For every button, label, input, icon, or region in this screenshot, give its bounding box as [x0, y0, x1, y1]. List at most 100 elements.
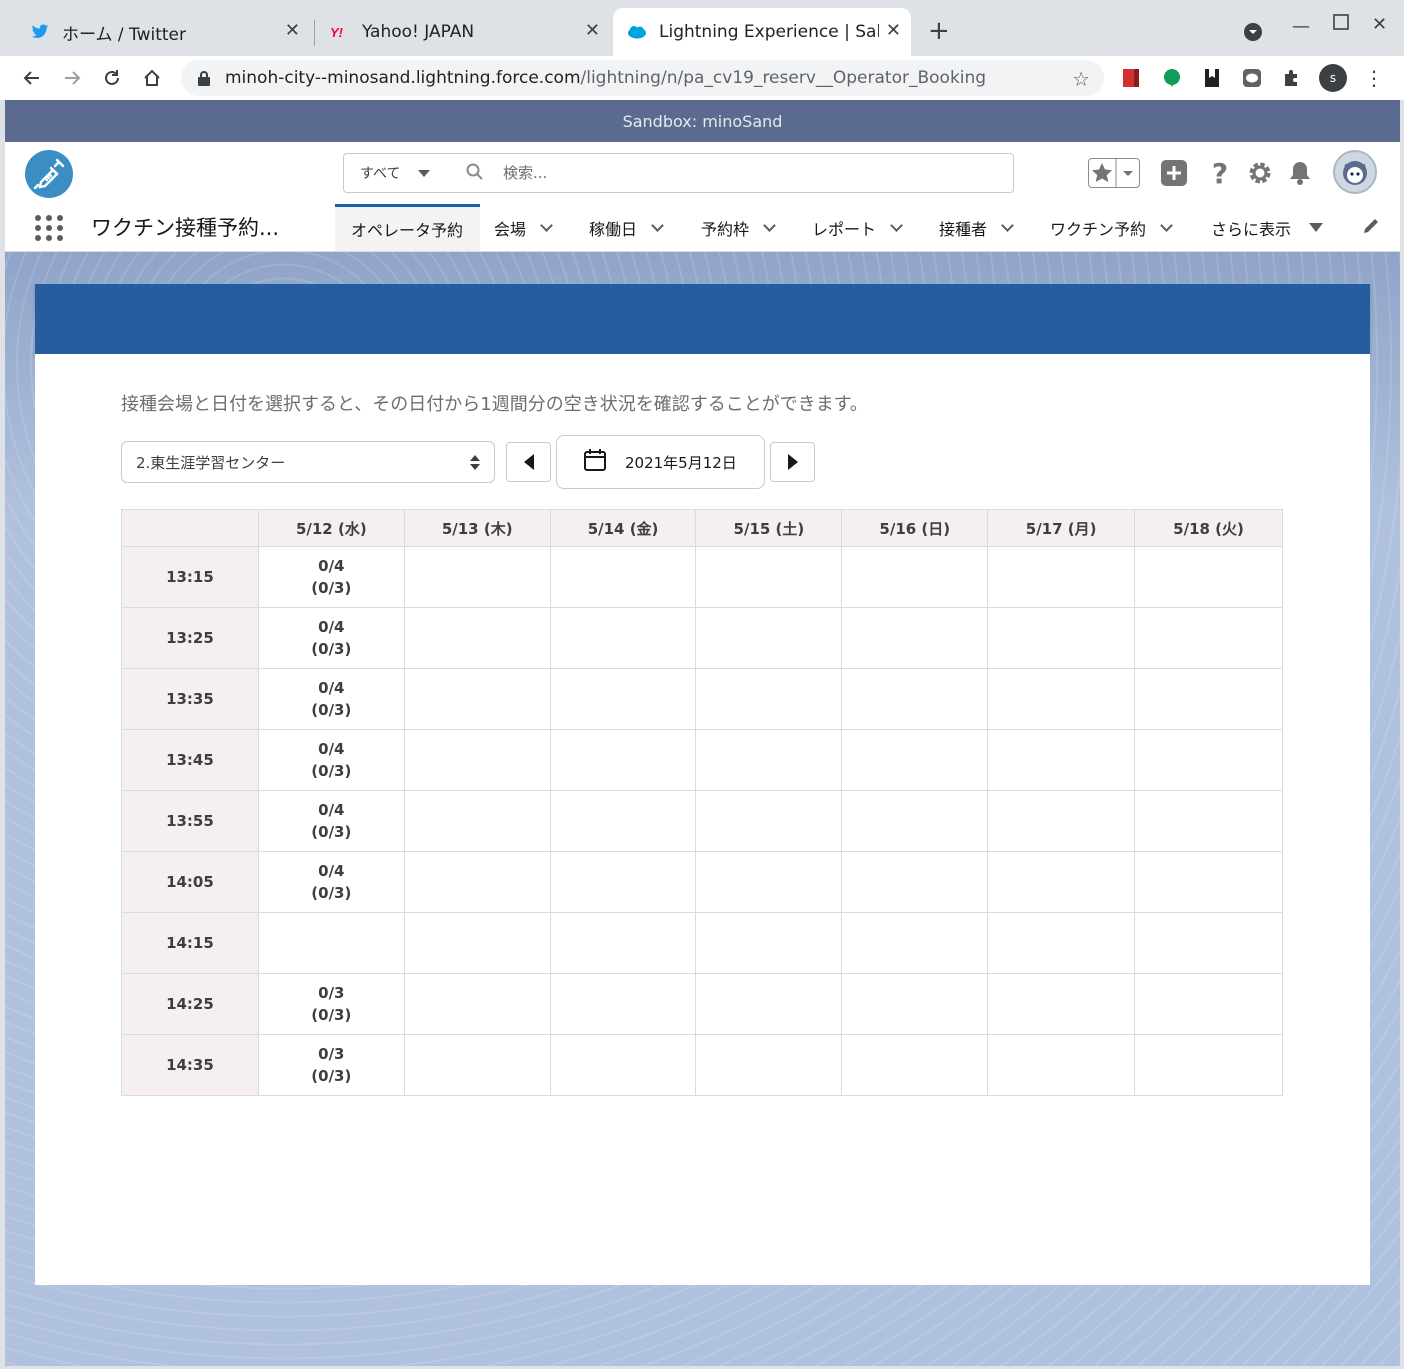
user-avatar[interactable]	[1333, 150, 1377, 194]
availability-cell[interactable]: 0/3 (0/3)	[257, 1034, 405, 1096]
back-icon[interactable]	[18, 64, 46, 92]
slot-count: 0/4	[318, 618, 345, 636]
previous-week-button[interactable]	[506, 442, 551, 482]
chevron-down-icon[interactable]	[763, 218, 776, 232]
availability-cell[interactable]: 0/4 (0/3)	[257, 790, 405, 852]
arrow-left-icon	[523, 454, 534, 470]
tab-more[interactable]: さらに表示	[1211, 204, 1324, 251]
help-icon[interactable]: ?	[1203, 156, 1237, 190]
edit-nav-pencil-icon[interactable]	[1362, 217, 1380, 240]
extension-bookmark-icon[interactable]	[1202, 68, 1222, 88]
close-tab-icon[interactable]: ✕	[285, 20, 300, 41]
nav-item-label: ワクチン予約	[1050, 219, 1147, 239]
availability-cell[interactable]: 0/4 (0/3)	[257, 668, 405, 730]
slot-count: 0/3	[318, 984, 345, 1002]
app-navigation: ワクチン接種予約... オペレータ予約 会場 稼働日 予約枠 レポート 接種者 …	[5, 204, 1400, 252]
chevron-down-icon[interactable]	[890, 218, 903, 232]
availability-cell	[987, 729, 1136, 791]
browser-toolbar: minoh-city--minosand.lightning.force.com…	[0, 56, 1404, 100]
time-slot-label: 14:15	[121, 912, 259, 974]
tab-search-icon[interactable]	[1243, 22, 1263, 47]
tab-yahoo[interactable]: Y! Yahoo! JAPAN ✕	[316, 8, 610, 56]
availability-cell	[841, 1034, 989, 1096]
tab-title: ホーム / Twitter	[62, 24, 187, 45]
nav-item-label: 接種者	[939, 219, 988, 239]
app-name: ワクチン接種予約...	[91, 216, 280, 240]
close-tab-icon[interactable]: ✕	[886, 20, 901, 41]
tab-working-days[interactable]: 稼働日	[589, 204, 664, 251]
time-slot-label: 13:55	[121, 790, 259, 852]
tab-operator-booking[interactable]: オペレータ予約	[335, 204, 480, 251]
venue-select[interactable]: 2.東生涯学習センター	[121, 441, 495, 483]
svg-text:Y!: Y!	[330, 25, 344, 39]
search-input[interactable]	[503, 164, 983, 182]
lock-icon[interactable]	[197, 70, 211, 86]
availability-cell[interactable]: 0/4 (0/3)	[257, 729, 405, 791]
favorites-button[interactable]	[1088, 158, 1140, 188]
time-slot-label: 13:35	[121, 668, 259, 730]
app-launcher-icon[interactable]	[35, 215, 65, 241]
tab-vaccine-bookings[interactable]: ワクチン予約	[1050, 204, 1173, 251]
profile-avatar[interactable]: S	[1319, 64, 1347, 92]
tab-booking-slots[interactable]: 予約枠	[701, 204, 776, 251]
home-icon[interactable]	[138, 64, 166, 92]
forward-icon[interactable]	[58, 64, 86, 92]
availability-cell	[1134, 1034, 1283, 1096]
tab-salesforce[interactable]: Lightning Experience | Sal ✕	[613, 8, 911, 56]
new-tab-button[interactable]: +	[928, 18, 950, 44]
availability-cell[interactable]: 0/4 (0/3)	[257, 851, 405, 913]
availability-cell	[549, 546, 697, 608]
availability-cell[interactable]: 0/3 (0/3)	[257, 973, 405, 1035]
availability-cell[interactable]: 0/4 (0/3)	[257, 546, 405, 608]
availability-table: 5/12 (水) 5/13 (木) 5/14 (金) 5/15 (土) 5/16 (日)…	[121, 509, 1283, 1096]
close-window-icon[interactable]: ✕	[1372, 14, 1387, 35]
address-bar[interactable]: minoh-city--minosand.lightning.force.com…	[181, 60, 1104, 96]
close-tab-icon[interactable]: ✕	[585, 20, 600, 41]
date-column-header: 5/16 (日)	[841, 509, 989, 547]
chevron-down-icon[interactable]	[1160, 218, 1173, 232]
chevron-down-icon[interactable]	[1001, 218, 1014, 232]
slot-count: 0/3	[318, 1045, 345, 1063]
availability-cell[interactable]: 0/4 (0/3)	[257, 607, 405, 669]
extension-red-book-icon[interactable]	[1121, 68, 1141, 88]
search-scope-dropdown[interactable]: すべて	[343, 153, 443, 193]
date-column-header: 5/17 (月)	[987, 509, 1136, 547]
extension-green-chat-icon[interactable]	[1162, 68, 1182, 88]
minimize-icon[interactable]: —	[1292, 16, 1310, 37]
availability-cell	[403, 912, 551, 974]
nav-item-label: オペレータ予約	[351, 221, 464, 240]
tab-recipients[interactable]: 接種者	[939, 204, 1014, 251]
availability-cell	[841, 607, 989, 669]
tab-venue[interactable]: 会場	[494, 204, 553, 251]
tab-reports[interactable]: レポート	[812, 204, 903, 251]
notifications-bell-icon[interactable]	[1283, 156, 1317, 190]
availability-cell	[987, 1034, 1136, 1096]
availability-cell	[403, 668, 551, 730]
availability-cell	[695, 912, 843, 974]
date-column-header: 5/15 (土)	[695, 509, 843, 547]
org-logo[interactable]	[25, 150, 73, 198]
tab-twitter[interactable]: ホーム / Twitter ✕	[18, 8, 310, 56]
availability-cell	[549, 668, 697, 730]
setup-gear-icon[interactable]	[1243, 156, 1277, 190]
reload-icon[interactable]	[98, 64, 126, 92]
bookmark-star-icon[interactable]: ☆	[1072, 67, 1090, 91]
chevron-down-icon[interactable]	[540, 218, 553, 232]
extension-line-icon[interactable]	[1242, 68, 1262, 88]
chevron-down-icon[interactable]	[651, 218, 664, 232]
table-row: 13:35 0/4 (0/3)	[121, 668, 1283, 730]
browser-menu-icon[interactable]: ⋮	[1364, 66, 1384, 90]
time-column-header	[121, 509, 259, 547]
availability-cell	[1134, 546, 1283, 608]
global-actions-add-icon[interactable]	[1157, 156, 1191, 190]
global-search[interactable]	[442, 153, 1014, 193]
venue-selected-value: 2.東生涯学習センター	[136, 453, 286, 472]
maximize-icon[interactable]	[1333, 14, 1349, 35]
availability-cell	[695, 668, 843, 730]
date-column-header: 5/12 (水)	[257, 509, 405, 547]
sandbox-banner: Sandbox: minoSand	[5, 100, 1400, 142]
sandbox-label: Sandbox: minoSand	[622, 111, 783, 131]
extensions-puzzle-icon[interactable]	[1282, 68, 1302, 88]
date-picker-button[interactable]: 2021年5月12日	[556, 435, 765, 489]
next-week-button[interactable]	[770, 442, 815, 482]
